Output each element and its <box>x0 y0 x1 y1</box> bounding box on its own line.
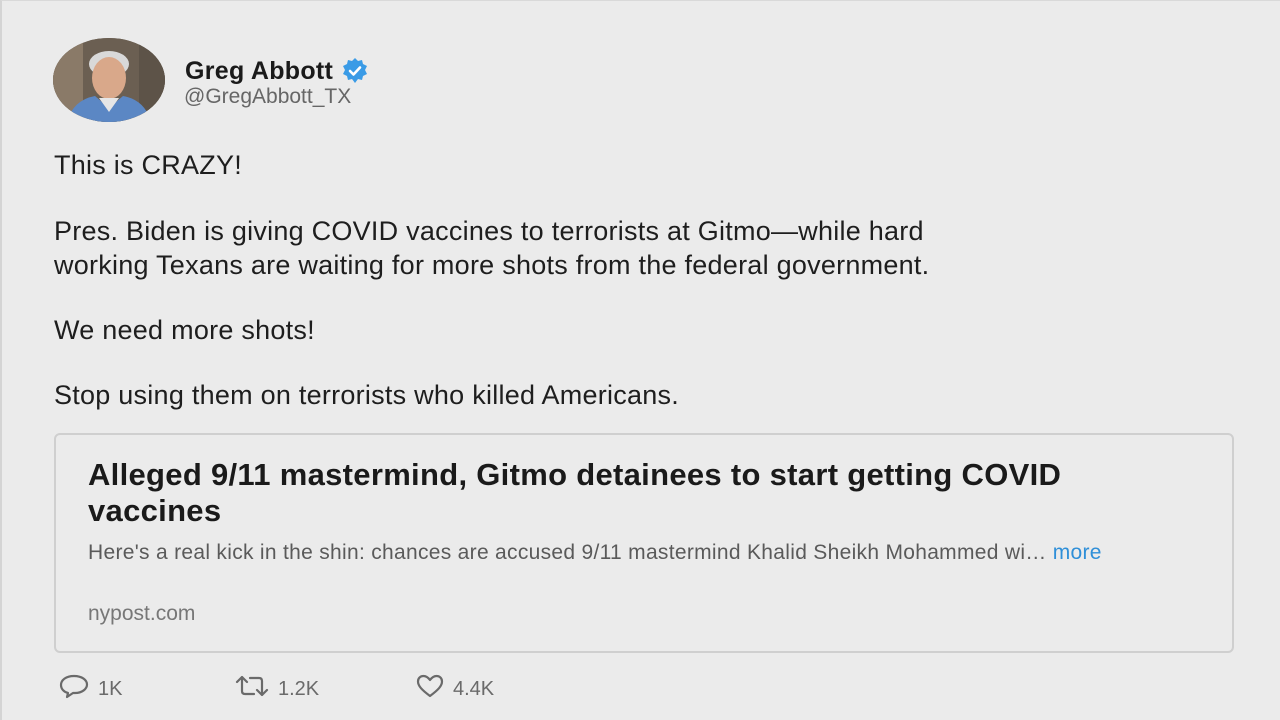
like-count: 4.4K <box>453 677 495 700</box>
author-name[interactable]: Greg Abbott <box>185 57 333 86</box>
tweet-text-line-1: This is CRAZY! <box>54 150 243 180</box>
author-name-row[interactable]: Greg Abbott <box>185 56 369 86</box>
retweet-icon <box>234 673 278 705</box>
tweet-text-line-5: Stop using them on terrorists who killed… <box>54 380 680 410</box>
heart-icon <box>415 673 453 705</box>
reply-count: 1K <box>98 677 123 700</box>
retweet-count: 1.2K <box>278 677 320 700</box>
reply-icon <box>58 673 98 705</box>
verified-badge-icon <box>341 57 369 85</box>
link-card-description-text: Here's a real kick in the shin: chances … <box>88 541 1053 564</box>
tweet-text-line-3: working Texans are waiting for more shot… <box>54 250 930 280</box>
reply-button[interactable]: 1K <box>58 673 123 705</box>
tweet-text-line-4: We need more shots! <box>54 315 315 345</box>
like-button[interactable]: 4.4K <box>415 673 495 705</box>
author-handle[interactable]: @GregAbbott_TX <box>184 85 351 109</box>
link-card-title[interactable]: Alleged 9/11 mastermind, Gitmo detainees… <box>88 457 1198 529</box>
link-card[interactable]: Alleged 9/11 mastermind, Gitmo detainees… <box>54 433 1234 653</box>
link-card-domain: nypost.com <box>88 602 196 625</box>
retweet-button[interactable]: 1.2K <box>234 675 319 703</box>
tweet-text-line-2: Pres. Biden is giving COVID vaccines to … <box>54 216 924 246</box>
link-card-description: Here's a real kick in the shin: chances … <box>88 539 1188 566</box>
avatar[interactable] <box>53 38 165 122</box>
more-link[interactable]: more <box>1053 541 1102 564</box>
tweet: Greg Abbott @GregAbbott_TX This is CRAZY… <box>0 0 1280 720</box>
